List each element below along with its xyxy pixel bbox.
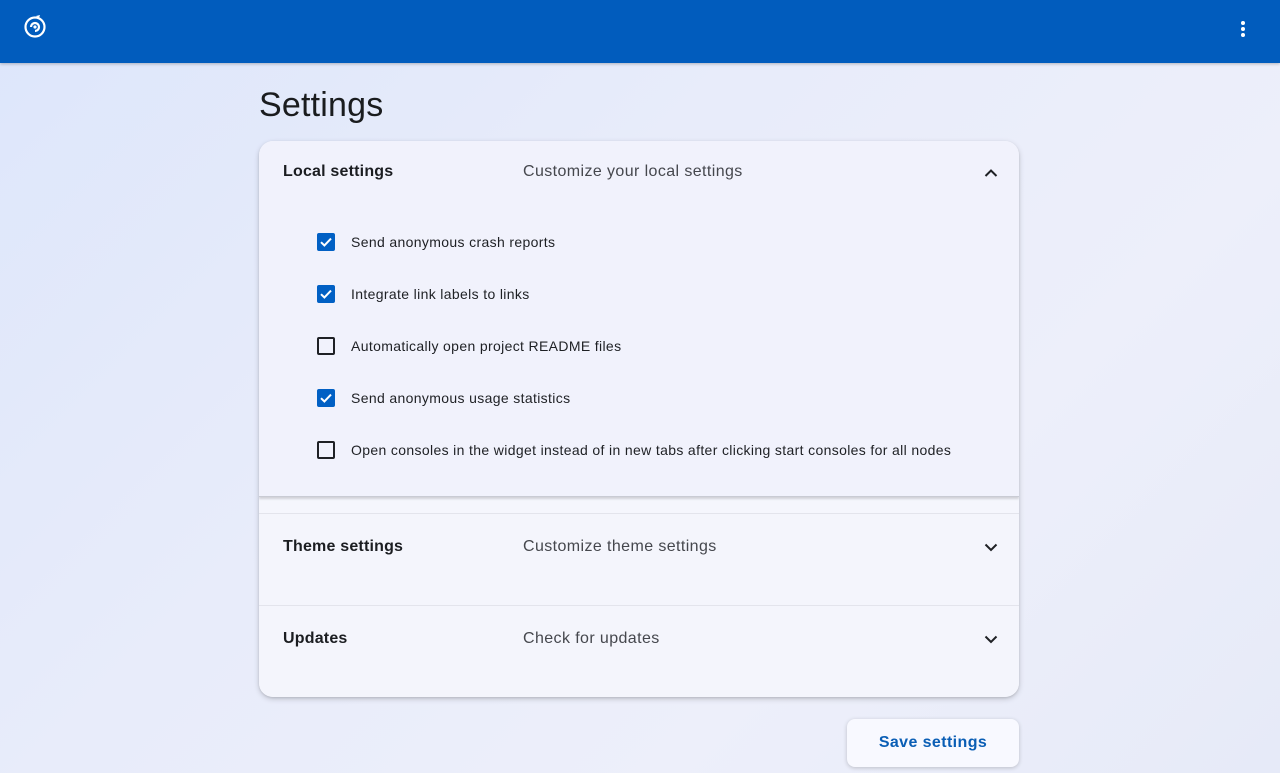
panel-header-local-settings[interactable]: Local settings Customize your local sett… xyxy=(259,141,1019,205)
panel-description: Customize your local settings xyxy=(523,163,743,180)
option-label: Automatically open project README files xyxy=(351,338,622,354)
more-vert-icon xyxy=(1240,20,1246,43)
option-label: Integrate link labels to links xyxy=(351,286,530,302)
panel-updates: Updates Check for updates xyxy=(259,605,1019,697)
app-logo-icon[interactable] xyxy=(23,14,47,38)
panel-description: Customize theme settings xyxy=(523,538,717,555)
page-title: Settings xyxy=(259,86,384,124)
option-send-crash-reports[interactable]: Send anonymous crash reports xyxy=(259,217,1019,269)
panel-header-updates[interactable]: Updates Check for updates xyxy=(259,606,1019,697)
more-options-button[interactable] xyxy=(1228,16,1258,46)
panel-title: Theme settings xyxy=(283,538,404,555)
checkbox-unchecked[interactable] xyxy=(317,441,335,459)
panel-title: Updates xyxy=(283,630,348,647)
panel-body-local-settings: Send anonymous crash reports Integrate l… xyxy=(259,205,1019,501)
chevron-up-icon xyxy=(981,163,1001,183)
panel-theme-settings: Theme settings Customize theme settings xyxy=(259,513,1019,605)
save-settings-button[interactable]: Save settings xyxy=(847,719,1019,767)
panel-local-settings: Local settings Customize your local sett… xyxy=(259,141,1019,497)
settings-accordion: Local settings Customize your local sett… xyxy=(259,141,1019,697)
panel-description: Check for updates xyxy=(523,630,660,647)
checkbox-checked[interactable] xyxy=(317,389,335,407)
panel-title: Local settings xyxy=(283,163,394,180)
chevron-down-icon xyxy=(981,537,1001,557)
chevron-down-icon xyxy=(981,629,1001,649)
checkbox-checked[interactable] xyxy=(317,285,335,303)
top-app-bar xyxy=(0,0,1280,63)
option-open-consoles-in-widget[interactable]: Open consoles in the widget instead of i… xyxy=(259,425,1019,477)
checkbox-checked[interactable] xyxy=(317,233,335,251)
checkbox-unchecked[interactable] xyxy=(317,337,335,355)
option-label: Send anonymous usage statistics xyxy=(351,390,571,406)
option-send-usage-statistics[interactable]: Send anonymous usage statistics xyxy=(259,373,1019,425)
option-open-readme[interactable]: Automatically open project README files xyxy=(259,321,1019,373)
option-integrate-link-labels[interactable]: Integrate link labels to links xyxy=(259,269,1019,321)
option-label: Send anonymous crash reports xyxy=(351,234,556,250)
option-label: Open consoles in the widget instead of i… xyxy=(351,442,952,458)
panel-header-theme-settings[interactable]: Theme settings Customize theme settings xyxy=(259,514,1019,606)
